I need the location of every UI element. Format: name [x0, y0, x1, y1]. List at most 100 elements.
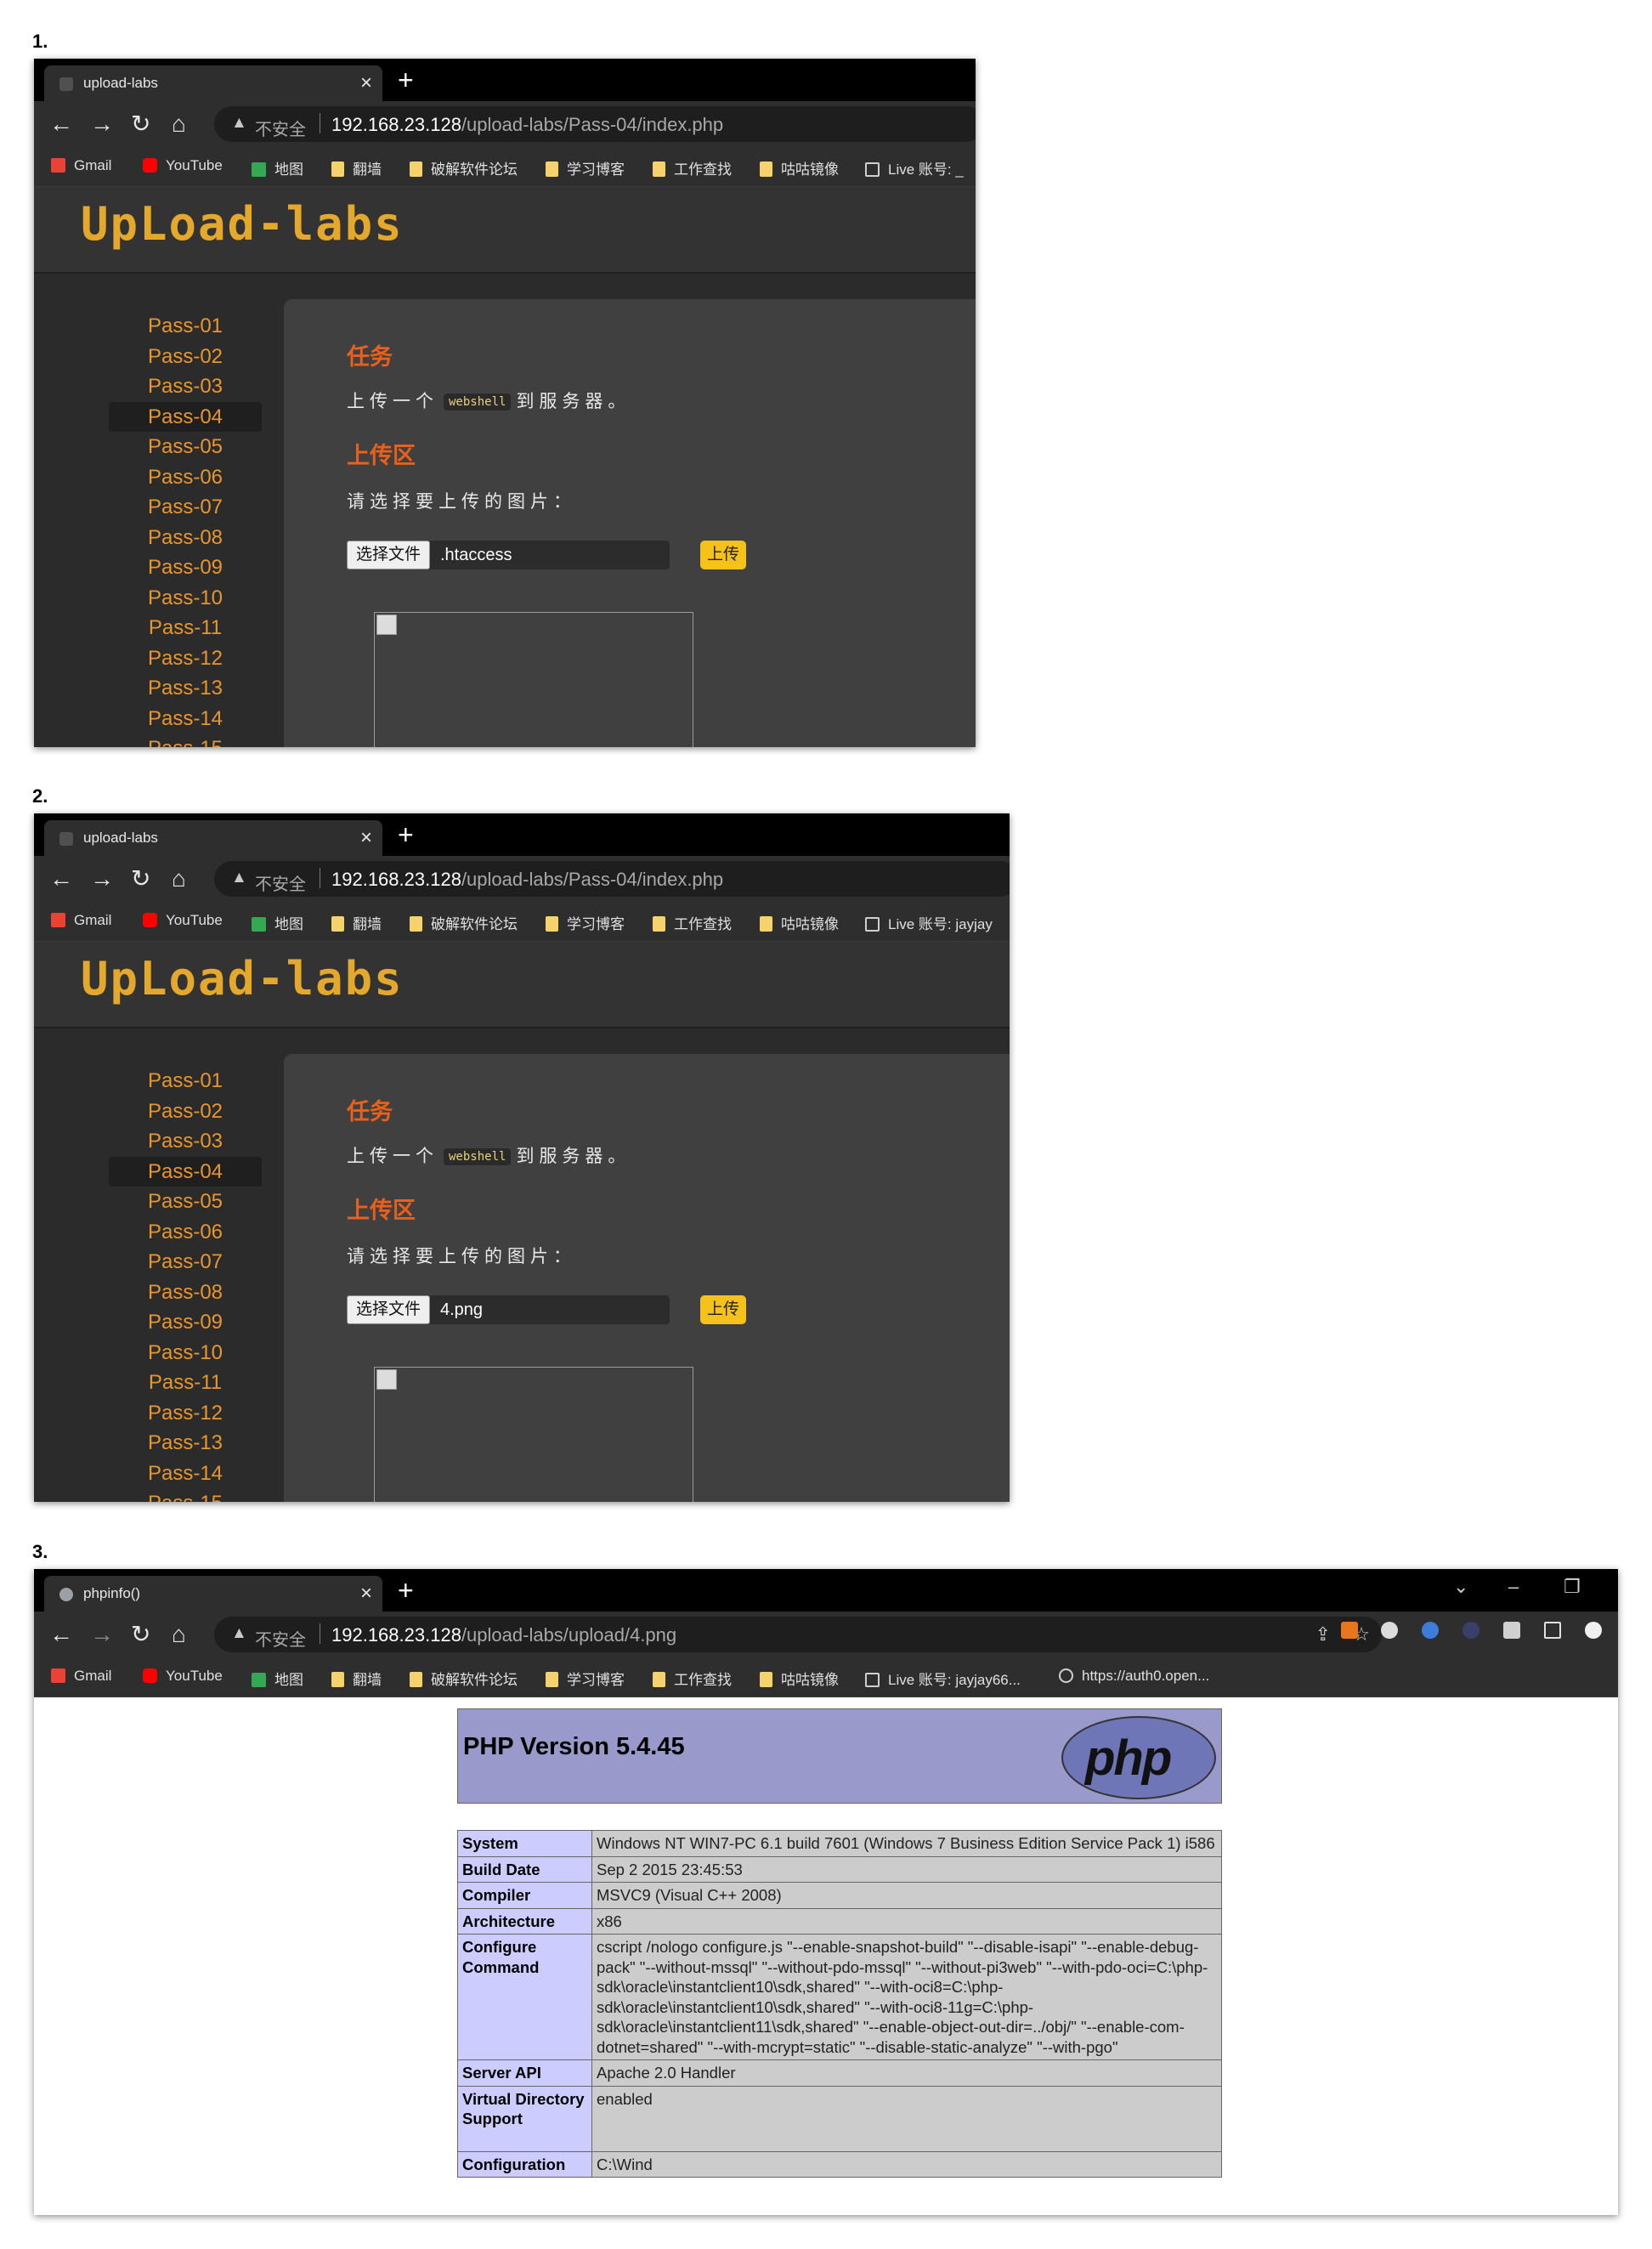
bookmark-maps[interactable]: 地图: [252, 1668, 303, 1688]
extension-mask-icon[interactable]: [1381, 1622, 1398, 1639]
close-tab-icon[interactable]: ×: [360, 71, 372, 96]
choose-file-button[interactable]: 选择文件: [347, 1295, 431, 1324]
side-panel-icon[interactable]: [1544, 1622, 1561, 1639]
menu-item-pass-08[interactable]: Pass-08: [109, 1277, 262, 1308]
bookmark-folder[interactable]: 翻墙: [331, 1668, 382, 1688]
close-tab-icon[interactable]: ×: [360, 1581, 372, 1606]
reload-icon[interactable]: ↻: [131, 864, 150, 893]
extension-download-icon[interactable]: [1341, 1622, 1358, 1639]
tab-upload-labs[interactable]: upload-labs ×: [44, 820, 382, 856]
bookmark-folder[interactable]: 破解软件论坛: [410, 1668, 518, 1688]
bookmark-folder[interactable]: 翻墙: [331, 912, 382, 932]
tab-search-icon[interactable]: ⌄: [1453, 1576, 1468, 1598]
menu-item-pass-05[interactable]: Pass-05: [109, 1187, 262, 1217]
address-bar[interactable]: ▲ 不安全 192.168.23.128/upload-labs/Pass-04…: [214, 106, 976, 142]
address-bar[interactable]: ▲ 不安全 192.168.23.128/upload-labs/upload/…: [214, 1617, 1382, 1652]
menu-item-pass-06[interactable]: Pass-06: [109, 462, 262, 493]
bookmark-openai[interactable]: https://auth0.open...: [1059, 1668, 1209, 1688]
tab-phpinfo[interactable]: phpinfo() ×: [44, 1576, 382, 1612]
menu-item-pass-09[interactable]: Pass-09: [109, 552, 262, 583]
menu-item-pass-07[interactable]: Pass-07: [109, 492, 262, 523]
menu-item-pass-11[interactable]: Pass-11: [109, 1368, 262, 1398]
menu-item-pass-10[interactable]: Pass-10: [109, 583, 262, 614]
file-input[interactable]: 选择文件 4.png: [347, 1295, 670, 1324]
menu-item-pass-02[interactable]: Pass-02: [109, 1096, 262, 1127]
menu-item-pass-13[interactable]: Pass-13: [109, 673, 262, 704]
new-tab-button[interactable]: +: [398, 819, 414, 851]
bookmark-folder[interactable]: 工作查找: [653, 912, 732, 932]
menu-item-pass-01[interactable]: Pass-01: [109, 1066, 262, 1096]
profile-avatar-icon[interactable]: [1585, 1622, 1602, 1639]
file-input[interactable]: 选择文件 .htaccess: [347, 541, 670, 569]
new-tab-button[interactable]: +: [398, 64, 414, 96]
address-bar[interactable]: ▲ 不安全 192.168.23.128/upload-labs/Pass-04…: [214, 861, 1010, 897]
bookmark-youtube[interactable]: YouTube: [143, 912, 223, 932]
bookmark-live[interactable]: Live 账号: _: [865, 157, 964, 178]
menu-item-pass-05[interactable]: Pass-05: [109, 432, 262, 462]
back-icon[interactable]: ←: [49, 1620, 73, 1649]
bookmark-folder[interactable]: 咕咕镜像: [760, 912, 839, 932]
forward-icon[interactable]: →: [90, 1620, 114, 1649]
menu-item-pass-02[interactable]: Pass-02: [109, 342, 262, 372]
bookmark-folder[interactable]: 工作查找: [653, 1668, 732, 1688]
bookmark-gmail[interactable]: Gmail: [51, 912, 111, 932]
bookmark-maps[interactable]: 地图: [252, 157, 303, 178]
menu-item-pass-04[interactable]: Pass-04: [109, 1156, 262, 1187]
menu-item-pass-01[interactable]: Pass-01: [109, 311, 262, 342]
menu-item-pass-11[interactable]: Pass-11: [109, 613, 262, 643]
upload-button[interactable]: 上传: [700, 1295, 747, 1324]
bookmark-maps[interactable]: 地图: [252, 912, 303, 932]
upload-button[interactable]: 上传: [700, 541, 747, 569]
tab-upload-labs[interactable]: upload-labs ×: [44, 65, 382, 101]
menu-item-pass-14[interactable]: Pass-14: [109, 704, 262, 734]
broken-image-icon: [376, 1369, 397, 1390]
bookmark-youtube[interactable]: YouTube: [143, 1668, 223, 1688]
bookmark-folder[interactable]: 学习博客: [546, 157, 625, 178]
reload-icon[interactable]: ↻: [131, 1620, 150, 1649]
home-icon[interactable]: ⌂: [172, 1620, 186, 1649]
home-icon[interactable]: ⌂: [172, 864, 186, 893]
bookmark-folder[interactable]: 咕咕镜像: [760, 1668, 839, 1688]
menu-item-pass-04[interactable]: Pass-04: [109, 401, 262, 432]
bookmark-gmail[interactable]: Gmail: [51, 1668, 111, 1688]
forward-icon[interactable]: →: [90, 110, 114, 139]
menu-item-pass-03[interactable]: Pass-03: [109, 1126, 262, 1157]
bookmark-folder[interactable]: 学习博客: [546, 1668, 625, 1688]
new-tab-button[interactable]: +: [398, 1574, 414, 1606]
restore-icon[interactable]: ❐: [1564, 1576, 1581, 1598]
menu-item-pass-06[interactable]: Pass-06: [109, 1217, 262, 1248]
bookmark-folder[interactable]: 咕咕镜像: [760, 157, 839, 178]
bookmark-live[interactable]: Live 账号: jayjay: [865, 912, 993, 932]
menu-item-pass-09[interactable]: Pass-09: [109, 1307, 262, 1338]
extension-react-icon[interactable]: [1462, 1622, 1479, 1639]
menu-item-pass-07[interactable]: Pass-07: [109, 1247, 262, 1277]
back-icon[interactable]: ←: [49, 110, 73, 139]
close-tab-icon[interactable]: ×: [360, 825, 372, 851]
menu-item-pass-12[interactable]: Pass-12: [109, 643, 262, 674]
extensions-puzzle-icon[interactable]: [1503, 1622, 1520, 1639]
menu-item-pass-15[interactable]: Pass-15: [109, 734, 262, 747]
bookmark-folder[interactable]: 破解软件论坛: [410, 912, 518, 932]
extension-globe-icon[interactable]: [1422, 1622, 1439, 1639]
back-icon[interactable]: ←: [49, 864, 73, 893]
choose-file-button[interactable]: 选择文件: [347, 541, 431, 569]
bookmark-folder[interactable]: 翻墙: [331, 157, 382, 178]
menu-item-pass-10[interactable]: Pass-10: [109, 1338, 262, 1368]
forward-icon[interactable]: →: [90, 864, 114, 893]
reload-icon[interactable]: ↻: [131, 110, 150, 139]
minimize-icon[interactable]: –: [1508, 1576, 1519, 1598]
bookmark-folder[interactable]: 学习博客: [546, 912, 625, 932]
bookmark-youtube[interactable]: YouTube: [143, 157, 223, 178]
share-icon[interactable]: ⇪: [1315, 1623, 1331, 1646]
menu-item-pass-13[interactable]: Pass-13: [109, 1428, 262, 1459]
bookmark-live[interactable]: Live 账号: jayjay66...: [865, 1668, 1021, 1688]
menu-item-pass-08[interactable]: Pass-08: [109, 523, 262, 553]
home-icon[interactable]: ⌂: [172, 110, 186, 139]
menu-item-pass-15[interactable]: Pass-15: [109, 1488, 262, 1502]
menu-item-pass-14[interactable]: Pass-14: [109, 1459, 262, 1489]
menu-item-pass-12[interactable]: Pass-12: [109, 1398, 262, 1429]
menu-item-pass-03[interactable]: Pass-03: [109, 371, 262, 402]
bookmark-gmail[interactable]: Gmail: [51, 157, 111, 178]
bookmark-folder[interactable]: 破解软件论坛: [410, 157, 518, 178]
bookmark-folder[interactable]: 工作查找: [653, 157, 732, 178]
